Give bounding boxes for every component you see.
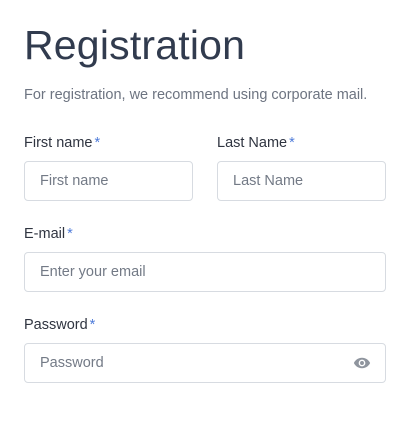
password-field: Password * xyxy=(24,316,386,383)
required-marker: * xyxy=(289,135,295,151)
first-name-field: First name * xyxy=(24,134,193,201)
page-title: Registration xyxy=(24,22,246,68)
name-row: First name* Last Name* xyxy=(24,134,386,201)
password-label: Password * xyxy=(24,316,386,334)
required-marker: * xyxy=(67,226,73,242)
email-input-box xyxy=(24,252,386,292)
first-name-input-box xyxy=(24,161,193,201)
email-input[interactable] xyxy=(25,253,385,291)
email-label-text: E-mail xyxy=(24,226,66,242)
email-label: E-mail * xyxy=(24,225,386,243)
last-name-input[interactable] xyxy=(218,162,385,200)
last-name-input-box xyxy=(217,161,386,201)
registration-form: Registration For registration, we recomm… xyxy=(24,20,386,383)
required-marker: * xyxy=(89,317,96,333)
eye-icon[interactable] xyxy=(352,354,372,372)
last-name-field: Last Name * xyxy=(217,134,386,201)
password-label-text: Password xyxy=(24,317,88,333)
last-name-label-text: Last Name xyxy=(217,135,288,151)
first-name-label-text: First name xyxy=(24,135,93,151)
last-name-label: Last Name * xyxy=(217,134,386,152)
email-field: E-mail * xyxy=(24,225,386,292)
required-marker: * xyxy=(94,135,101,151)
first-name-label: First name * xyxy=(24,134,193,152)
password-input-box xyxy=(24,343,386,383)
page-subtitle: For registration, we recommend using cor… xyxy=(24,87,368,103)
first-name-input[interactable] xyxy=(25,162,192,200)
password-input[interactable] xyxy=(25,344,385,382)
